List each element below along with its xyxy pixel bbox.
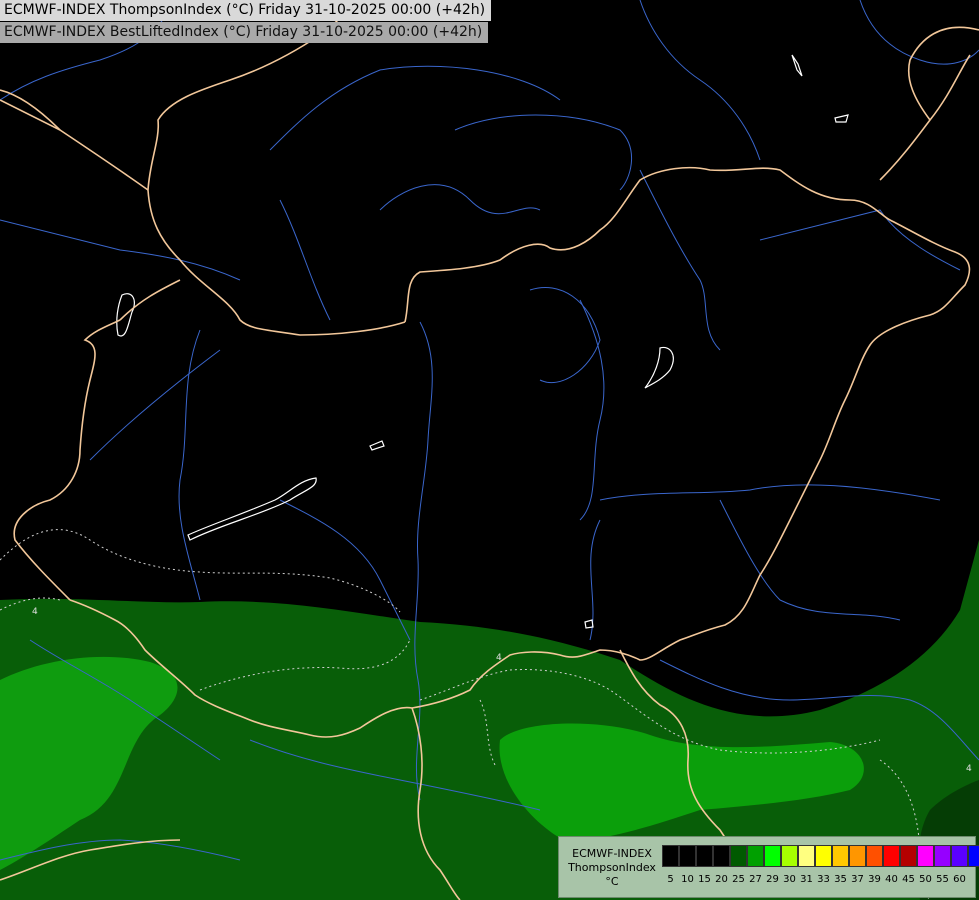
- legend-tick-label: 27: [749, 874, 762, 885]
- value-marker: 4: [32, 607, 38, 617]
- legend-line-2: ThompsonIndex: [568, 861, 656, 874]
- legend-tick-label: 15: [698, 874, 711, 885]
- value-marker: 4: [966, 764, 972, 774]
- legend-tick-label: 45: [902, 874, 915, 885]
- legend-ticks: 5 10 15 20 25 27 29 30 31 33 35 37 39 40 45 50 55 60: [662, 874, 968, 885]
- legend-swatch: [764, 845, 781, 867]
- legend-tick-label: 60: [953, 874, 966, 885]
- legend-swatch: [968, 845, 979, 867]
- map-title-sub: ECMWF-INDEX BestLiftedIndex (°C) Friday …: [0, 22, 489, 43]
- legend-unit: °C: [605, 875, 619, 888]
- legend-swatch: [696, 845, 713, 867]
- legend-swatch: [815, 845, 832, 867]
- weather-map: 4 4 4: [0, 0, 979, 900]
- legend-swatch: [781, 845, 798, 867]
- color-legend: ECMWF-INDEX ThompsonIndex °C 5 10 15 20 25 27…: [558, 836, 979, 898]
- legend-swatch: [662, 845, 679, 867]
- legend-tick-label: 31: [800, 874, 813, 885]
- map-title-main: ECMWF-INDEX ThompsonIndex (°C) Friday 31…: [0, 0, 492, 21]
- legend-tick-label: 55: [936, 874, 949, 885]
- legend-tick-label: 29: [766, 874, 779, 885]
- legend-swatch: [832, 845, 849, 867]
- legend-tick-label: 39: [868, 874, 881, 885]
- legend-swatch: [934, 845, 951, 867]
- legend-swatch: [747, 845, 764, 867]
- legend-swatches: [662, 845, 979, 867]
- value-marker: 4: [496, 653, 502, 663]
- legend-swatch: [883, 845, 900, 867]
- legend-swatch: [951, 845, 968, 867]
- legend-tick-label: 5: [667, 874, 674, 885]
- legend-tick-label: 37: [851, 874, 864, 885]
- legend-swatch: [679, 845, 696, 867]
- legend-tick-label: 30: [783, 874, 796, 885]
- legend-swatch: [713, 845, 730, 867]
- legend-tick-label: 20: [715, 874, 728, 885]
- legend-tick-label: 10: [681, 874, 694, 885]
- legend-swatch: [849, 845, 866, 867]
- legend-swatch: [798, 845, 815, 867]
- legend-tick-label: 25: [732, 874, 745, 885]
- legend-tick-label: 35: [834, 874, 847, 885]
- legend-swatch: [866, 845, 883, 867]
- legend-tick-label: 50: [919, 874, 932, 885]
- legend-tick-label: 40: [885, 874, 898, 885]
- legend-swatch: [730, 845, 747, 867]
- legend-tick-label: 33: [817, 874, 830, 885]
- legend-swatch: [900, 845, 917, 867]
- legend-line-1: ECMWF-INDEX: [572, 847, 652, 860]
- legend-swatch: [917, 845, 934, 867]
- legend-title: ECMWF-INDEX ThompsonIndex °C: [563, 847, 661, 889]
